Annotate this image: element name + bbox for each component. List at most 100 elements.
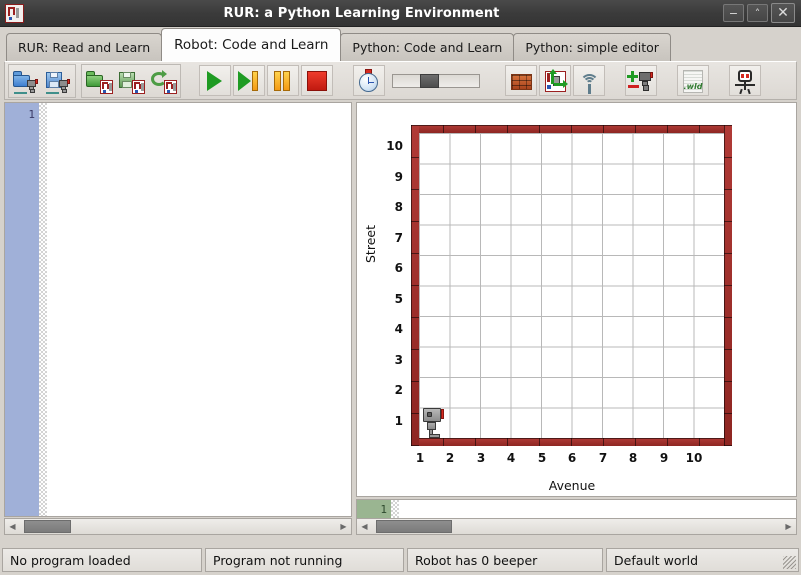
y-axis-label: Street [363,225,378,263]
reload-world-button[interactable] [147,65,179,96]
timer-button[interactable] [353,65,385,96]
tab-bar: RUR: Read and Learn Robot: Code and Lear… [0,27,801,61]
toolbar-group-about [727,64,763,98]
application-window: RUR: a Python Learning Environment − ˄ ✕… [0,0,801,575]
toolbar: .wld [4,61,797,100]
wld-file-icon: .wld [680,68,706,94]
maximize-button[interactable]: ˄ [747,4,768,22]
tab-rur-read-and-learn[interactable]: RUR: Read and Learn [6,33,163,61]
robot-body [423,408,441,422]
tab-python-simple-editor[interactable]: Python: simple editor [513,33,671,61]
open-folder-world-icon [86,68,113,94]
x-tick-7: 7 [598,451,608,465]
edit-world-button[interactable] [539,65,571,96]
window-title: RUR: a Python Learning Environment [223,5,500,21]
editor-hscrollbar[interactable]: ◀ ▶ [4,518,352,535]
toolbar-group-robot-edit [623,64,659,98]
world-scroll-track[interactable] [372,519,781,534]
toolbar-spacer-1 [186,80,197,81]
reeborg-button[interactable] [729,65,761,96]
world-mini-text-area[interactable] [399,500,796,519]
wall-left [411,125,419,446]
tab-robot-code-and-learn[interactable]: Robot: Code and Learn [161,28,342,61]
recycle-world-icon [150,68,177,94]
resize-grip[interactable] [783,556,796,569]
x-tick-6: 6 [567,451,577,465]
editor-scroll-track[interactable] [20,519,336,534]
editor-fold-margin [39,103,47,516]
world-mini-editor[interactable]: 1 [356,499,797,519]
toolbar-group-run-controls [197,64,335,98]
world-editor-icon [542,68,568,94]
toolbar-spacer-5 [664,80,675,81]
toolbar-spacer-6 [716,80,727,81]
world-mini-line-numbers: 1 [357,500,391,519]
robot-eye [427,412,432,417]
editor-scroll-left-arrow[interactable]: ◀ [5,519,20,534]
world-status-text: Default world [614,552,699,568]
title-bar: RUR: a Python Learning Environment − ˄ ✕ [0,0,801,27]
status-bar: No program loaded Program not running Ro… [2,548,799,572]
y-tick-1: 1 [394,414,403,428]
world-scroll-thumb[interactable] [376,520,452,533]
stick-robot-icon [732,68,758,94]
x-axis-label: Avenue [548,478,596,493]
toolbar-group-wld-file: .wld [675,64,711,98]
wall-right [724,125,732,446]
run-button[interactable] [199,65,231,96]
speed-slider[interactable] [392,73,480,88]
toolbar-spacer-3 [492,80,503,81]
world-grid[interactable] [411,125,732,446]
step-button[interactable] [233,65,265,96]
y-tick-6: 6 [394,261,403,275]
open-program-button[interactable] [10,65,42,96]
save-floppy-robot-icon [45,68,71,94]
world-scroll-right-arrow[interactable]: ▶ [781,519,796,534]
pause-button[interactable] [267,65,299,96]
save-program-button[interactable] [42,65,74,96]
stop-button[interactable] [301,65,333,96]
x-tick-4: 4 [506,451,516,465]
toolbar-spacer-4 [612,80,623,81]
x-tick-8: 8 [628,451,638,465]
beeper-button[interactable] [573,65,605,96]
pause-icon [270,68,296,94]
wall-top [411,125,732,133]
open-world-button[interactable] [83,65,115,96]
save-world-button[interactable] [115,65,147,96]
x-tick-9: 9 [659,451,669,465]
speed-slider-handle[interactable] [420,73,439,88]
world-mini-fold-margin [391,500,399,519]
minimize-button[interactable]: − [723,4,744,22]
wld-file-button[interactable]: .wld [677,65,709,96]
add-wall-button[interactable] [505,65,537,96]
toolbar-spacer-2 [340,80,351,81]
program-status: No program loaded [2,548,202,572]
run-status: Program not running [205,548,404,572]
code-editor[interactable]: 1 [4,102,352,517]
wall-bottom [411,438,732,446]
add-remove-robot-button[interactable] [625,65,657,96]
toolbar-group-file-world [81,63,181,98]
close-button[interactable]: ✕ [771,3,795,23]
x-tick-3: 3 [476,451,486,465]
wifi-beeper-icon [576,68,602,94]
editor-text-area[interactable] [47,103,351,516]
world-inner: Street 10 9 8 7 6 5 4 3 2 1 1 2 3 4 5 6 … [357,103,796,496]
editor-scroll-thumb[interactable] [24,520,71,533]
play-step-icon [236,68,262,94]
world-hscrollbar[interactable]: ◀ ▶ [356,518,797,535]
code-editor-pane: 1 ◀ ▶ [4,102,352,539]
reeborg-robot[interactable] [423,408,447,438]
stop-icon [304,68,330,94]
y-tick-7: 7 [394,231,403,245]
y-tick-2: 2 [394,383,403,397]
world-canvas[interactable]: Street 10 9 8 7 6 5 4 3 2 1 1 2 3 4 5 6 … [356,102,797,497]
open-folder-robot-icon [13,68,39,94]
tab-python-code-and-learn[interactable]: Python: Code and Learn [340,33,515,61]
editor-scroll-right-arrow[interactable]: ▶ [336,519,351,534]
toolbar-group-file-program [8,63,76,98]
y-tick-4: 4 [394,322,403,336]
world-scroll-left-arrow[interactable]: ◀ [357,519,372,534]
grid-cells[interactable] [419,133,724,438]
